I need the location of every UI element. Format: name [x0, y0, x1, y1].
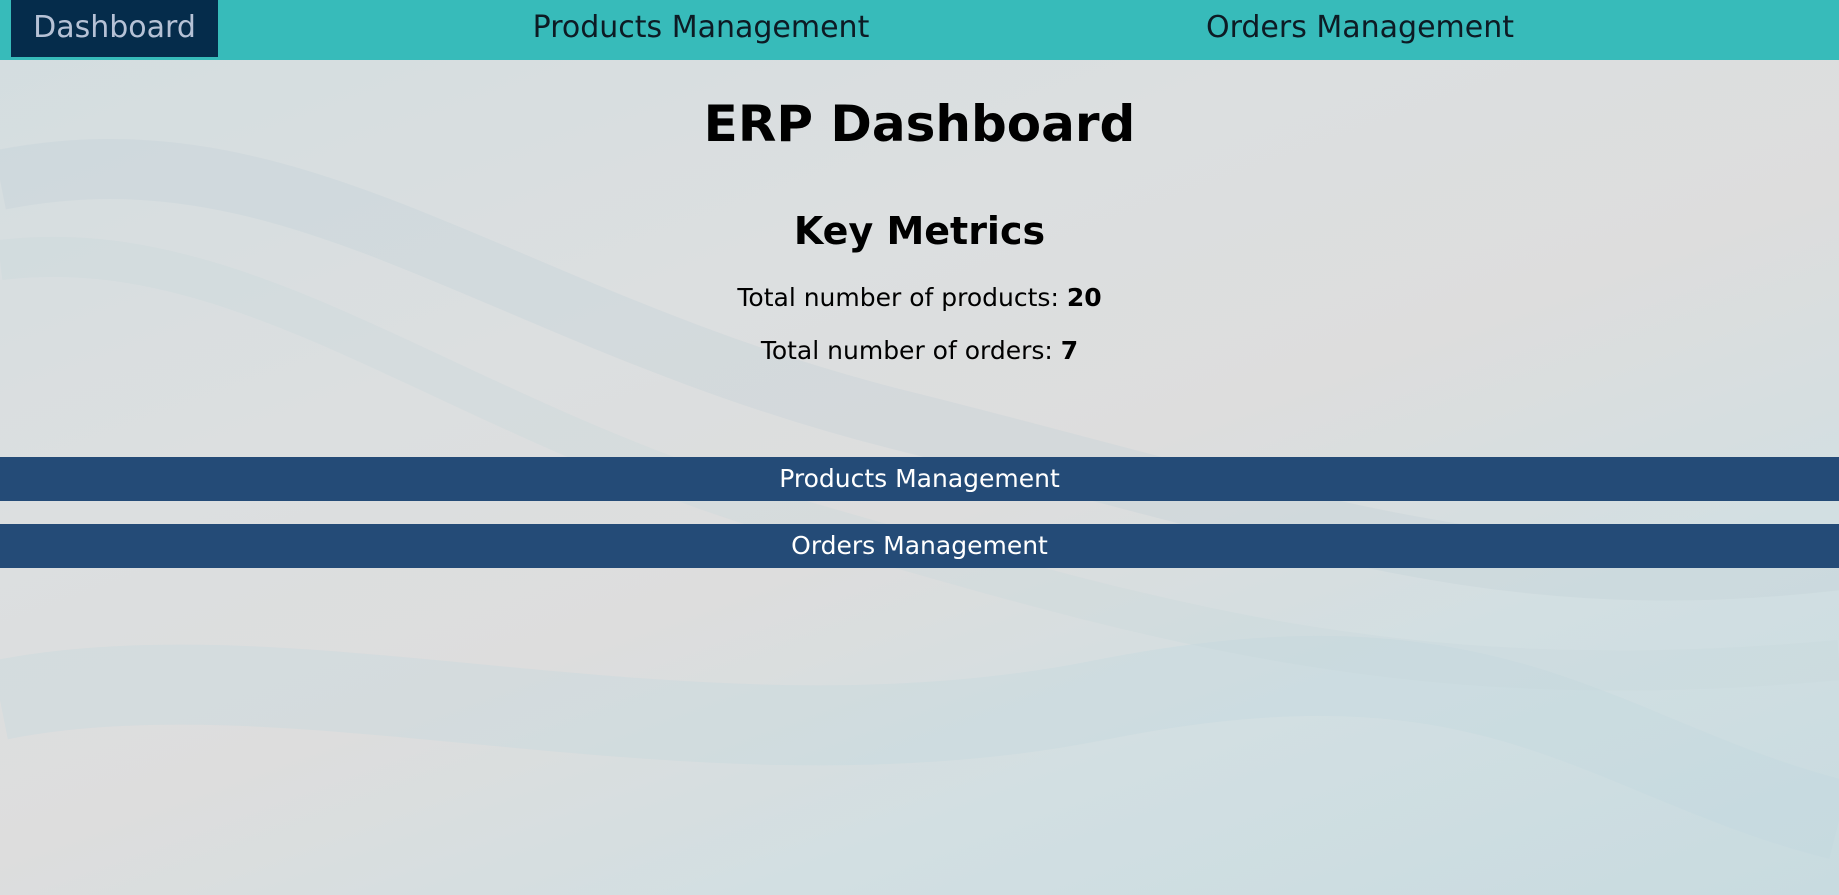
nav-products-management[interactable]: Products Management [471, 0, 931, 57]
metric-orders-value: 7 [1060, 336, 1079, 365]
nav-orders-management[interactable]: Orders Management [1130, 0, 1590, 57]
top-navbar: Dashboard Products Management Orders Man… [0, 0, 1839, 60]
section-title-key-metrics: Key Metrics [793, 209, 1046, 253]
metric-orders-label: Total number of orders: [760, 336, 1053, 365]
metric-total-products: Total number of products: 20 [0, 283, 1839, 312]
products-management-button[interactable]: Products Management [0, 457, 1839, 501]
page-title: ERP Dashboard [703, 95, 1136, 153]
metric-total-orders: Total number of orders: 7 [0, 336, 1839, 365]
nav-dashboard[interactable]: Dashboard [11, 0, 218, 57]
orders-management-button[interactable]: Orders Management [0, 524, 1839, 568]
metric-products-label: Total number of products: [737, 283, 1059, 312]
metric-products-value: 20 [1066, 283, 1102, 312]
